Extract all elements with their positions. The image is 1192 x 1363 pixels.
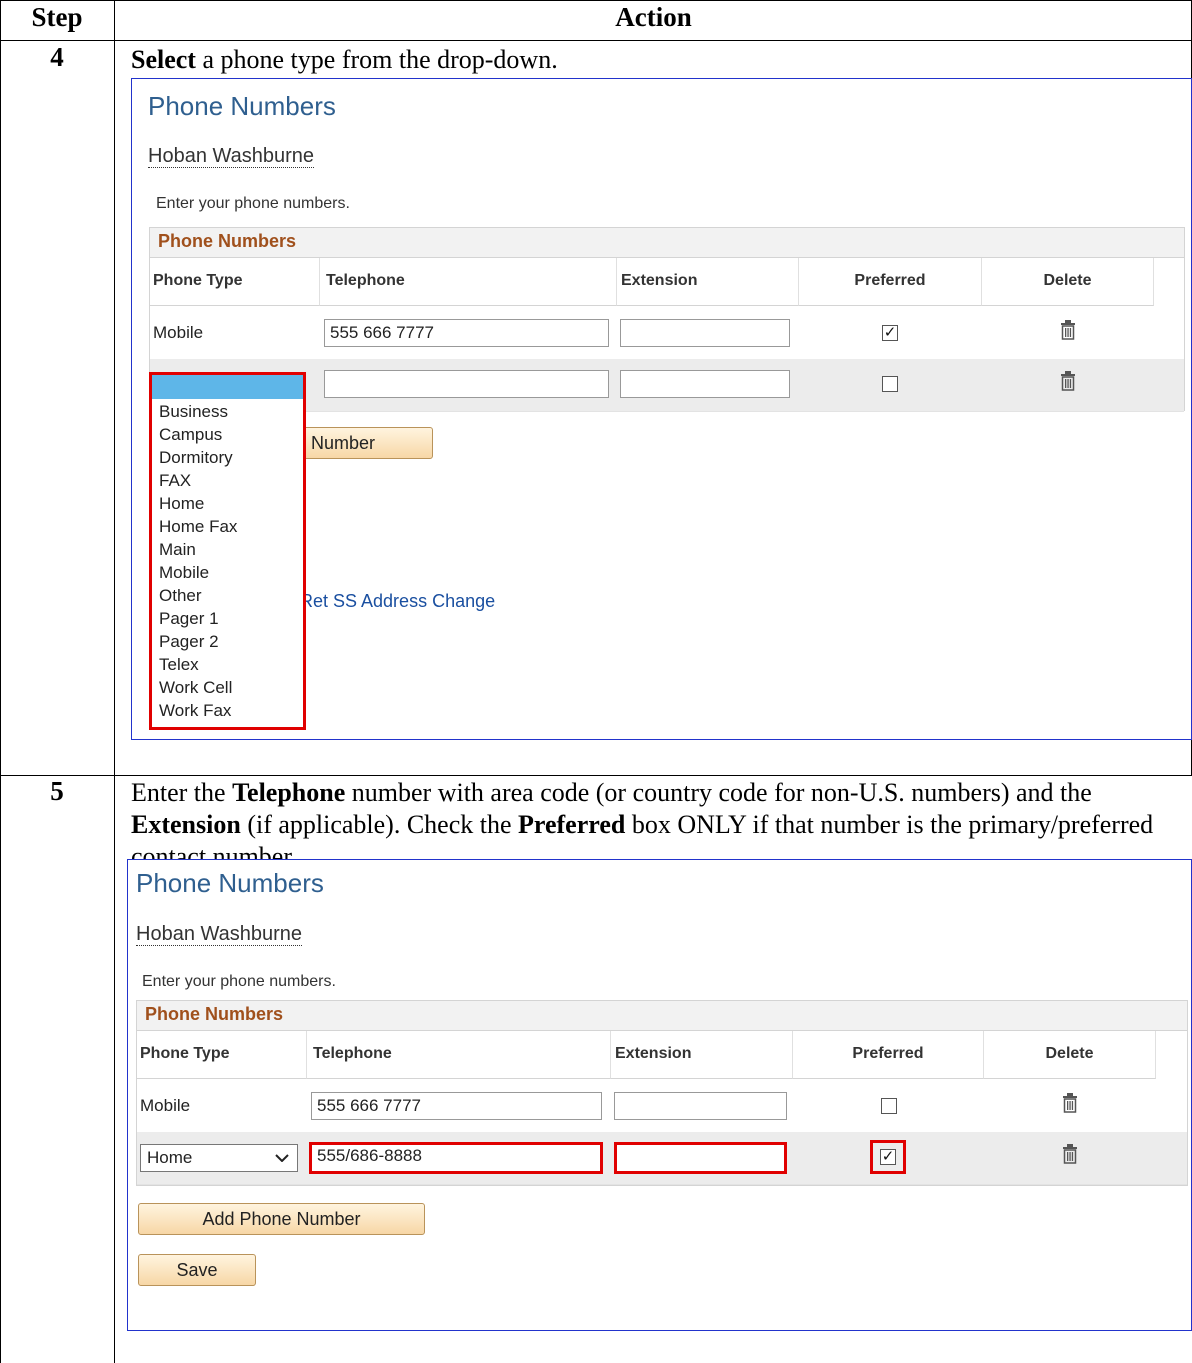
- table-border-left: [0, 0, 1, 1363]
- phone-type-value: Mobile: [140, 1096, 191, 1115]
- column-header-extension: Extension: [617, 258, 799, 306]
- dropdown-option[interactable]: Mobile: [159, 561, 209, 584]
- preferred-checkbox[interactable]: ✓: [882, 325, 898, 341]
- trash-icon[interactable]: [1063, 1144, 1077, 1164]
- dropdown-option[interactable]: Telex: [159, 653, 199, 676]
- table-column-divider: [114, 0, 115, 1363]
- dropdown-option[interactable]: Work Fax: [159, 699, 231, 722]
- dropdown-option[interactable]: Business: [159, 400, 228, 423]
- column-header-preferred: Preferred: [793, 1031, 984, 1079]
- telephone-input[interactable]: 555 666 7777: [324, 319, 609, 347]
- page-instructions: Enter your phone numbers.: [142, 973, 336, 990]
- ret-ss-address-change-link[interactable]: Ret SS Address Change: [300, 591, 495, 612]
- column-header-preferred: Preferred: [799, 258, 982, 306]
- step-number-5: 5: [50, 776, 64, 806]
- extension-input[interactable]: [614, 1142, 787, 1174]
- save-button[interactable]: Save: [138, 1254, 256, 1286]
- dropdown-option[interactable]: Campus: [159, 423, 222, 446]
- employee-name: Hoban Washburne: [148, 145, 315, 168]
- trash-icon[interactable]: [1061, 320, 1075, 340]
- extension-input[interactable]: [614, 1092, 787, 1120]
- phone-grid: Phone Numbers Phone Type Telephone Exten…: [136, 1000, 1188, 1186]
- column-header-delete: Delete: [982, 258, 1154, 306]
- add-phone-number-button[interactable]: Add Phone Number: [138, 1203, 425, 1235]
- page-instructions: Enter your phone numbers.: [156, 195, 350, 212]
- column-header-telephone: Telephone: [307, 1031, 611, 1079]
- header-action: Action: [615, 2, 692, 32]
- telephone-input[interactable]: [324, 370, 609, 398]
- telephone-input[interactable]: 555 666 7777: [311, 1092, 602, 1120]
- extension-input[interactable]: [620, 319, 790, 347]
- dropdown-selected-blank[interactable]: [152, 375, 303, 399]
- column-header-delete: Delete: [984, 1031, 1156, 1079]
- telephone-input[interactable]: 555/686-8888: [309, 1142, 603, 1174]
- page-title: Phone Numbers: [148, 91, 336, 121]
- trash-icon[interactable]: [1061, 371, 1075, 391]
- step-number-4: 4: [50, 42, 64, 72]
- phone-type-value: Mobile: [153, 323, 204, 342]
- step4-instruction: Select a phone type from the drop-down.: [131, 44, 558, 76]
- grid-caption: Phone Numbers: [137, 1001, 1187, 1031]
- preferred-checkbox[interactable]: [881, 1098, 897, 1114]
- document-table: Step Action 4 Select a phone type from t…: [0, 0, 1192, 1363]
- extension-input[interactable]: [620, 370, 790, 398]
- column-header-extension: Extension: [611, 1031, 793, 1079]
- dropdown-option[interactable]: Other: [159, 584, 202, 607]
- dropdown-option[interactable]: Pager 1: [159, 607, 219, 630]
- screenshot-step4: Phone Numbers Hoban Washburne Enter your…: [131, 78, 1192, 740]
- dropdown-option[interactable]: Pager 2: [159, 630, 219, 653]
- table-row: Mobile 555 666 7777 ✓: [150, 307, 1184, 360]
- grid-caption-text: Phone Numbers: [158, 231, 297, 251]
- dropdown-option[interactable]: Home Fax: [159, 515, 237, 538]
- page-title: Phone Numbers: [136, 868, 324, 898]
- phone-type-select-value: Home: [147, 1148, 193, 1167]
- employee-name: Hoban Washburne: [136, 923, 303, 946]
- dropdown-option[interactable]: Home: [159, 492, 204, 515]
- phone-type-select[interactable]: Home: [140, 1144, 298, 1172]
- phone-type-dropdown-list[interactable]: Business Campus Dormitory FAX Home Home …: [149, 372, 306, 730]
- column-header-phone-type: Phone Type: [137, 1031, 307, 1079]
- dropdown-option[interactable]: Main: [159, 538, 196, 561]
- step4-instruction-text: a phone type from the drop-down.: [195, 45, 558, 74]
- header-step: Step: [31, 2, 83, 32]
- dropdown-option[interactable]: Dormitory: [159, 446, 233, 469]
- screenshot-step5: Phone Numbers Hoban Washburne Enter your…: [127, 859, 1192, 1331]
- table-header-divider: [0, 40, 1192, 41]
- step4-instruction-bold: Select: [131, 45, 196, 74]
- column-header-telephone: Telephone: [320, 258, 617, 306]
- column-header-phone-type: Phone Type: [150, 258, 320, 306]
- trash-icon[interactable]: [1063, 1093, 1077, 1113]
- table-row-divider: [0, 775, 1192, 776]
- preferred-checkbox[interactable]: [882, 376, 898, 392]
- dropdown-option[interactable]: FAX: [159, 469, 191, 492]
- preferred-checkbox[interactable]: ✓: [880, 1149, 896, 1165]
- table-row: Mobile 555 666 7777: [137, 1080, 1187, 1133]
- table-border-top: [0, 0, 1192, 1]
- grid-caption: Phone Numbers: [150, 228, 1184, 258]
- table-row: Home 555/686-8888 ✓: [137, 1132, 1187, 1185]
- grid-caption-text: Phone Numbers: [145, 1004, 284, 1024]
- chevron-down-icon: [275, 1154, 289, 1162]
- dropdown-option[interactable]: Work Cell: [159, 676, 232, 699]
